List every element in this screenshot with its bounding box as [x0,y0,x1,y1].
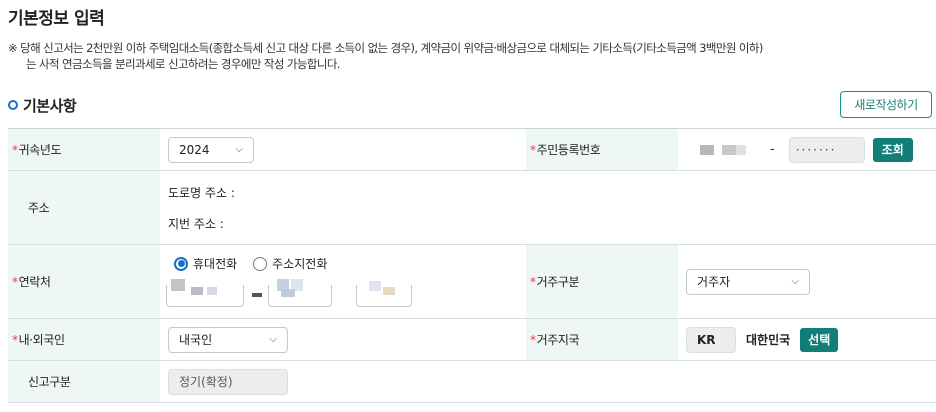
nationality-label-cell: * 내·외국인 [8,319,160,360]
radio-home-phone[interactable]: 주소지전화 [253,255,327,272]
radio-mobile-label: 휴대전화 [193,257,238,271]
section-title: 기본사항 [23,96,77,115]
country-value-cell: KR 대한민국 선택 [678,319,936,360]
phone-field-3[interactable] [356,281,412,307]
chevron-down-icon: ⌵ [235,144,243,155]
notice-line-1: ※ 당해 신고서는 2천만원 이하 주택임대소득(종합소득세 신고 대상 다른 … [8,41,763,55]
lookup-button[interactable]: 조회 [872,137,913,162]
contact-label-cell: * 연락처 [8,245,160,318]
radio-home-label: 주소지전화 [272,257,328,271]
required-asterisk-icon: * [12,332,18,347]
nationality-label: 내·외국인 [18,333,65,347]
rrn-dash: - [770,142,775,157]
contact-value-cell: 휴대전화 주소지전화 [160,245,526,318]
address-label: 주소 [28,201,50,215]
phone-dash-2 [338,293,348,297]
residence-value-cell: 거주자 ⌵ [678,245,936,318]
phone-dash-1 [252,293,262,297]
radio-selected-icon [174,256,188,271]
country-select-button[interactable]: 선택 [800,327,839,352]
lot-address-label: 지번 주소 : [168,216,224,231]
notice-line-2: 는 사적 연금소득을 분리과세로 신고하려는 경우에만 작성 가능합니다. [26,57,340,71]
required-asterisk-icon: * [530,142,536,157]
residence-label-cell: * 거주구분 [526,245,678,318]
table-row: 주소 도로명 주소 : 지번 주소 : [8,171,936,245]
year-label: 귀속년도 [18,143,62,157]
notice-text: ※ 당해 신고서는 2천만원 이하 주택임대소득(종합소득세 신고 대상 다른 … [8,40,936,72]
rrn-back-field: ······· [788,136,865,163]
year-label-cell: * 귀속년도 [8,129,160,170]
phone-field-2[interactable] [268,279,332,307]
table-row: * 귀속년도 2024 ⌵ * 주민등록번호 - ······· 조회 [8,129,936,171]
contact-radio-group: 휴대전화 주소지전화 [174,255,343,272]
nationality-value-cell: 내국인 ⌵ [160,319,526,360]
year-select-value: 2024 [179,142,210,157]
circle-bullet-icon [8,100,18,110]
table-row: 신고구분 정기(확정) [8,361,936,403]
residence-label: 거주구분 [536,275,580,289]
section-header: 기본사항 [8,93,77,117]
report-type-label: 신고구분 [28,375,71,389]
required-asterisk-icon: * [12,142,18,157]
required-asterisk-icon: * [530,274,536,289]
year-select[interactable]: 2024 ⌵ [168,136,254,163]
required-asterisk-icon: * [12,274,18,289]
radio-empty-icon [253,256,268,271]
rrn-label: 주민등록번호 [536,143,601,157]
report-type-field: 정기(확정) [168,368,288,395]
new-write-button[interactable]: 새로작성하기 [840,91,932,118]
country-code-field: KR [686,326,736,353]
chevron-down-icon: ⌵ [269,334,277,345]
rrn-front-field[interactable] [678,130,762,169]
phone-field-1[interactable] [166,279,244,307]
country-label-cell: * 거주지국 [526,319,678,360]
address-value-cell: 도로명 주소 : 지번 주소 : [160,171,936,244]
year-value-cell: 2024 ⌵ [160,129,526,170]
country-label: 거주지국 [536,333,580,347]
rrn-label-cell: * 주민등록번호 [526,129,678,170]
nationality-select-value: 내국인 [179,333,213,347]
radio-mobile[interactable]: 휴대전화 [174,255,237,272]
page-title: 기본정보 입력 [8,9,105,29]
required-asterisk-icon: * [530,332,536,347]
chevron-down-icon: ⌵ [791,276,799,287]
residence-select[interactable]: 거주자 ⌵ [686,268,810,295]
report-type-label-cell: 신고구분 [8,361,160,402]
rrn-value-cell: - ······· 조회 [678,129,936,170]
address-label-cell: 주소 [8,171,160,244]
contact-label: 연락처 [18,275,51,289]
basic-info-table: * 귀속년도 2024 ⌵ * 주민등록번호 - ······· 조회 주소 도… [8,128,936,403]
table-row: * 연락처 휴대전화 주소지전화 * 거주구분 거주자 ⌵ [8,245,936,319]
nationality-select[interactable]: 내국인 ⌵ [168,326,288,353]
residence-select-value: 거주자 [697,275,731,289]
road-address-label: 도로명 주소 : [168,185,235,200]
country-name: 대한민국 [746,333,791,347]
table-row: * 내·외국인 내국인 ⌵ * 거주지국 KR 대한민국 선택 [8,319,936,361]
report-type-value-cell: 정기(확정) [160,361,936,402]
